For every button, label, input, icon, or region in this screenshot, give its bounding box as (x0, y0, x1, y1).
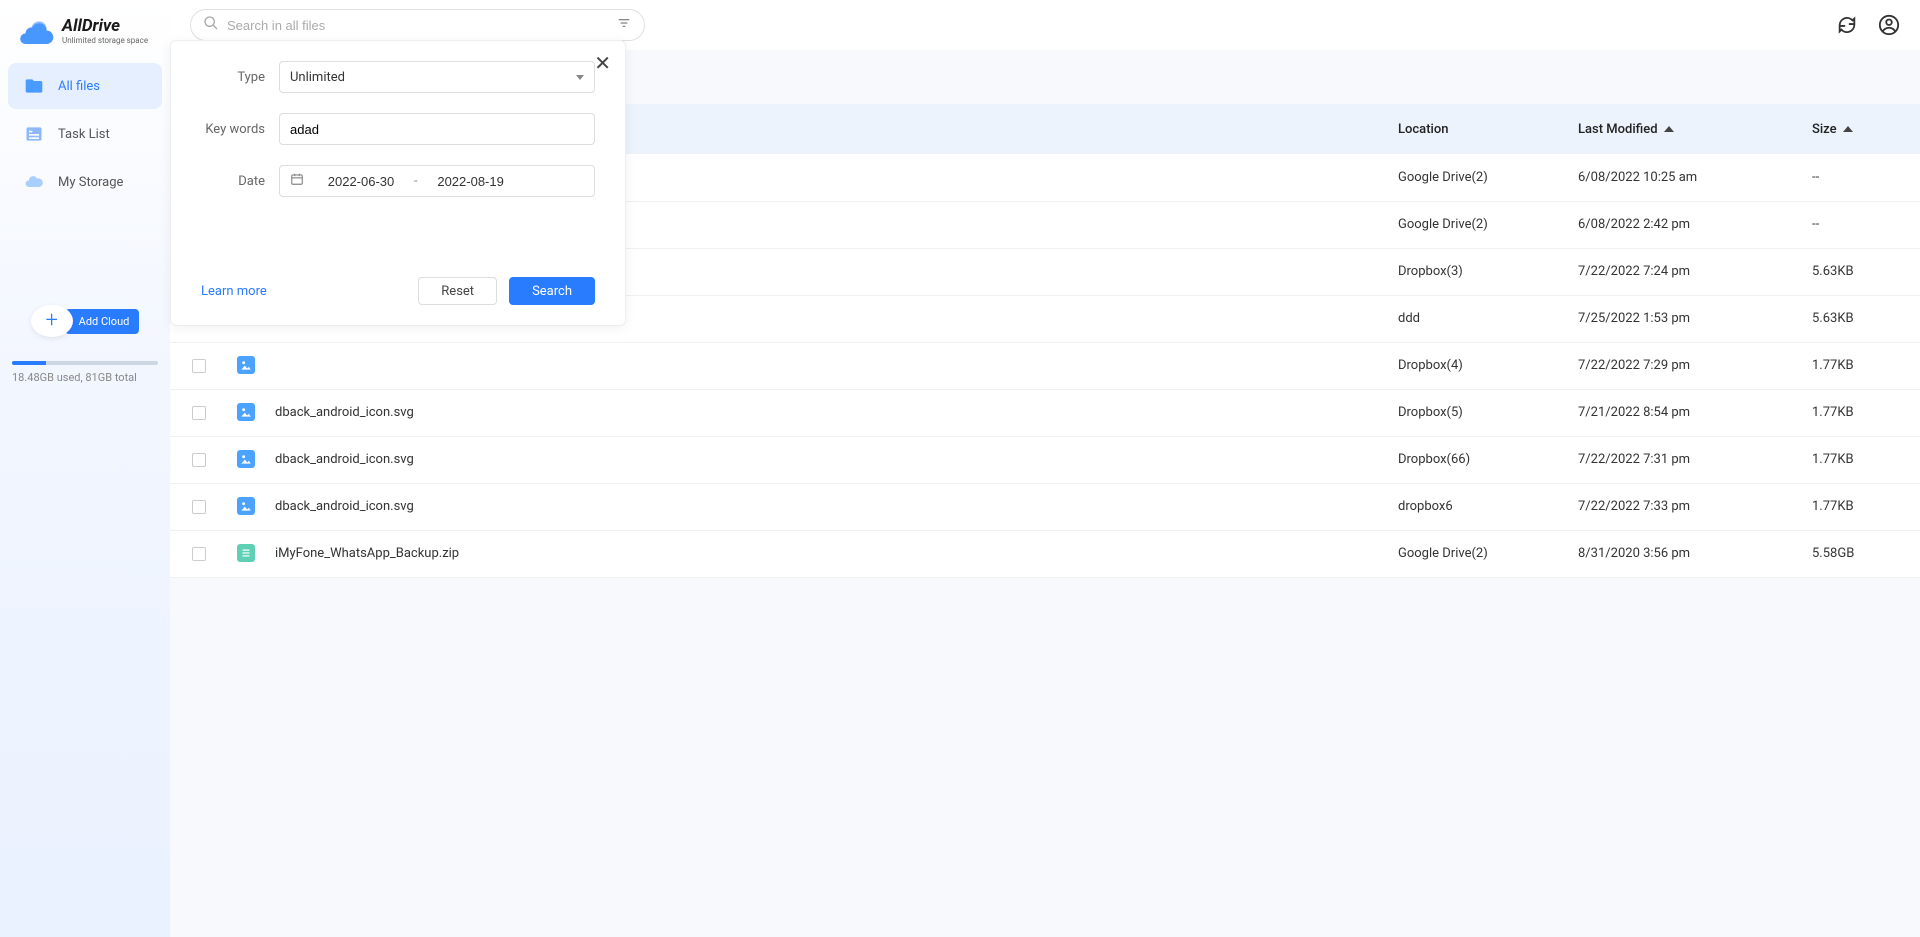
row-checkbox[interactable] (192, 500, 206, 514)
table-row[interactable]: dback_android_icon.svgDropbox(66)7/22/20… (170, 436, 1920, 483)
file-size: 1.77KB (1802, 389, 1920, 436)
table-row[interactable]: Dropbox(4)7/22/2022 7:29 pm1.77KB (170, 342, 1920, 389)
file-location: dropbox6 (1388, 483, 1568, 530)
date-range-input[interactable]: - (279, 165, 595, 197)
file-location: Google Drive(2) (1388, 530, 1568, 577)
file-name (265, 342, 1388, 389)
file-size: 5.63KB (1802, 248, 1920, 295)
file-modified: 7/22/2022 7:24 pm (1568, 248, 1802, 295)
calendar-icon (290, 172, 304, 190)
add-cloud-label: Add Cloud (65, 309, 140, 334)
file-location: Google Drive(2) (1388, 154, 1568, 201)
nav: All files Task List My Storage (8, 63, 162, 205)
file-size: 5.58GB (1802, 530, 1920, 577)
logo: AllDrive Unlimited storage space (8, 10, 162, 63)
sort-asc-icon (1843, 126, 1853, 132)
file-location: ddd (1388, 295, 1568, 342)
nav-all-files[interactable]: All files (8, 63, 162, 109)
profile-icon[interactable] (1878, 14, 1900, 36)
storage-usage: 18.48GB used, 81GB total (8, 361, 162, 384)
date-label: Date (201, 174, 279, 189)
file-location: Dropbox(5) (1388, 389, 1568, 436)
nav-my-storage[interactable]: My Storage (8, 159, 162, 205)
type-select[interactable]: Unlimited (279, 61, 595, 93)
storage-text: 18.48GB used, 81GB total (12, 371, 158, 384)
search-box[interactable] (190, 9, 645, 41)
learn-more-link[interactable]: Learn more (201, 284, 267, 299)
sort-asc-icon (1664, 126, 1674, 132)
file-modified: 7/22/2022 7:33 pm (1568, 483, 1802, 530)
table-row[interactable]: dback_android_icon.svgDropbox(5)7/21/202… (170, 389, 1920, 436)
chevron-down-icon (576, 75, 584, 80)
type-label: Type (201, 70, 279, 85)
nav-label: All files (58, 79, 100, 94)
file-size: -- (1802, 154, 1920, 201)
date-to-input[interactable] (426, 174, 516, 189)
col-modified[interactable]: Last Modified (1568, 104, 1802, 154)
file-name: dback_android_icon.svg (265, 436, 1388, 483)
file-type-icon (237, 544, 255, 562)
file-modified: 6/08/2022 10:25 am (1568, 154, 1802, 201)
storage-fill (12, 361, 46, 365)
file-type-icon (237, 403, 255, 421)
file-type-icon (237, 450, 255, 468)
file-name: iMyFone_WhatsApp_Backup.zip (265, 530, 1388, 577)
file-location: Dropbox(66) (1388, 436, 1568, 483)
advanced-search-panel: ✕ Type Unlimited Key words (170, 40, 626, 326)
add-cloud-button[interactable]: + Add Cloud (31, 305, 140, 337)
file-size: 1.77KB (1802, 342, 1920, 389)
file-modified: 6/08/2022 2:42 pm (1568, 201, 1802, 248)
logo-cloud-icon (18, 19, 54, 45)
nav-label: My Storage (58, 175, 123, 190)
file-location: Dropbox(4) (1388, 342, 1568, 389)
type-value: Unlimited (290, 70, 345, 85)
reset-button[interactable]: Reset (418, 277, 497, 305)
app-tagline: Unlimited storage space (62, 37, 148, 45)
table-row[interactable]: dback_android_icon.svgdropbox67/22/2022 … (170, 483, 1920, 530)
file-name: dback_android_icon.svg (265, 389, 1388, 436)
keywords-input[interactable] (290, 122, 584, 137)
file-modified: 7/25/2022 1:53 pm (1568, 295, 1802, 342)
row-checkbox[interactable] (192, 406, 206, 420)
file-size: 1.77KB (1802, 436, 1920, 483)
cloud-icon (24, 172, 44, 192)
nav-task-list[interactable]: Task List (8, 111, 162, 157)
search-input[interactable] (227, 18, 608, 33)
file-type-icon (237, 497, 255, 515)
date-from-input[interactable] (316, 174, 406, 189)
file-type-icon (237, 356, 255, 374)
folder-icon (24, 76, 44, 96)
app-name: AllDrive (62, 18, 148, 35)
file-modified: 7/22/2022 7:31 pm (1568, 436, 1802, 483)
search-button[interactable]: Search (509, 277, 595, 305)
sidebar: AllDrive Unlimited storage space All fil… (0, 0, 170, 937)
file-location: Google Drive(2) (1388, 201, 1568, 248)
file-size: 1.77KB (1802, 483, 1920, 530)
nav-label: Task List (58, 127, 110, 142)
row-checkbox[interactable] (192, 547, 206, 561)
file-size: 5.63KB (1802, 295, 1920, 342)
file-size: -- (1802, 201, 1920, 248)
filter-icon[interactable] (616, 15, 632, 35)
keywords-label: Key words (201, 122, 279, 137)
file-modified: 7/22/2022 7:29 pm (1568, 342, 1802, 389)
col-location[interactable]: Location (1388, 104, 1568, 154)
table-row[interactable]: iMyFone_WhatsApp_Backup.zipGoogle Drive(… (170, 530, 1920, 577)
row-checkbox[interactable] (192, 359, 206, 373)
file-modified: 7/21/2022 8:54 pm (1568, 389, 1802, 436)
file-name: dback_android_icon.svg (265, 483, 1388, 530)
row-checkbox[interactable] (192, 453, 206, 467)
file-location: Dropbox(3) (1388, 248, 1568, 295)
file-modified: 8/31/2020 3:56 pm (1568, 530, 1802, 577)
col-size[interactable]: Size (1802, 104, 1920, 154)
search-icon (203, 15, 219, 35)
plus-icon: + (45, 310, 57, 332)
sync-icon[interactable] (1836, 14, 1858, 36)
close-icon[interactable]: ✕ (594, 53, 611, 73)
task-list-icon (24, 124, 44, 144)
